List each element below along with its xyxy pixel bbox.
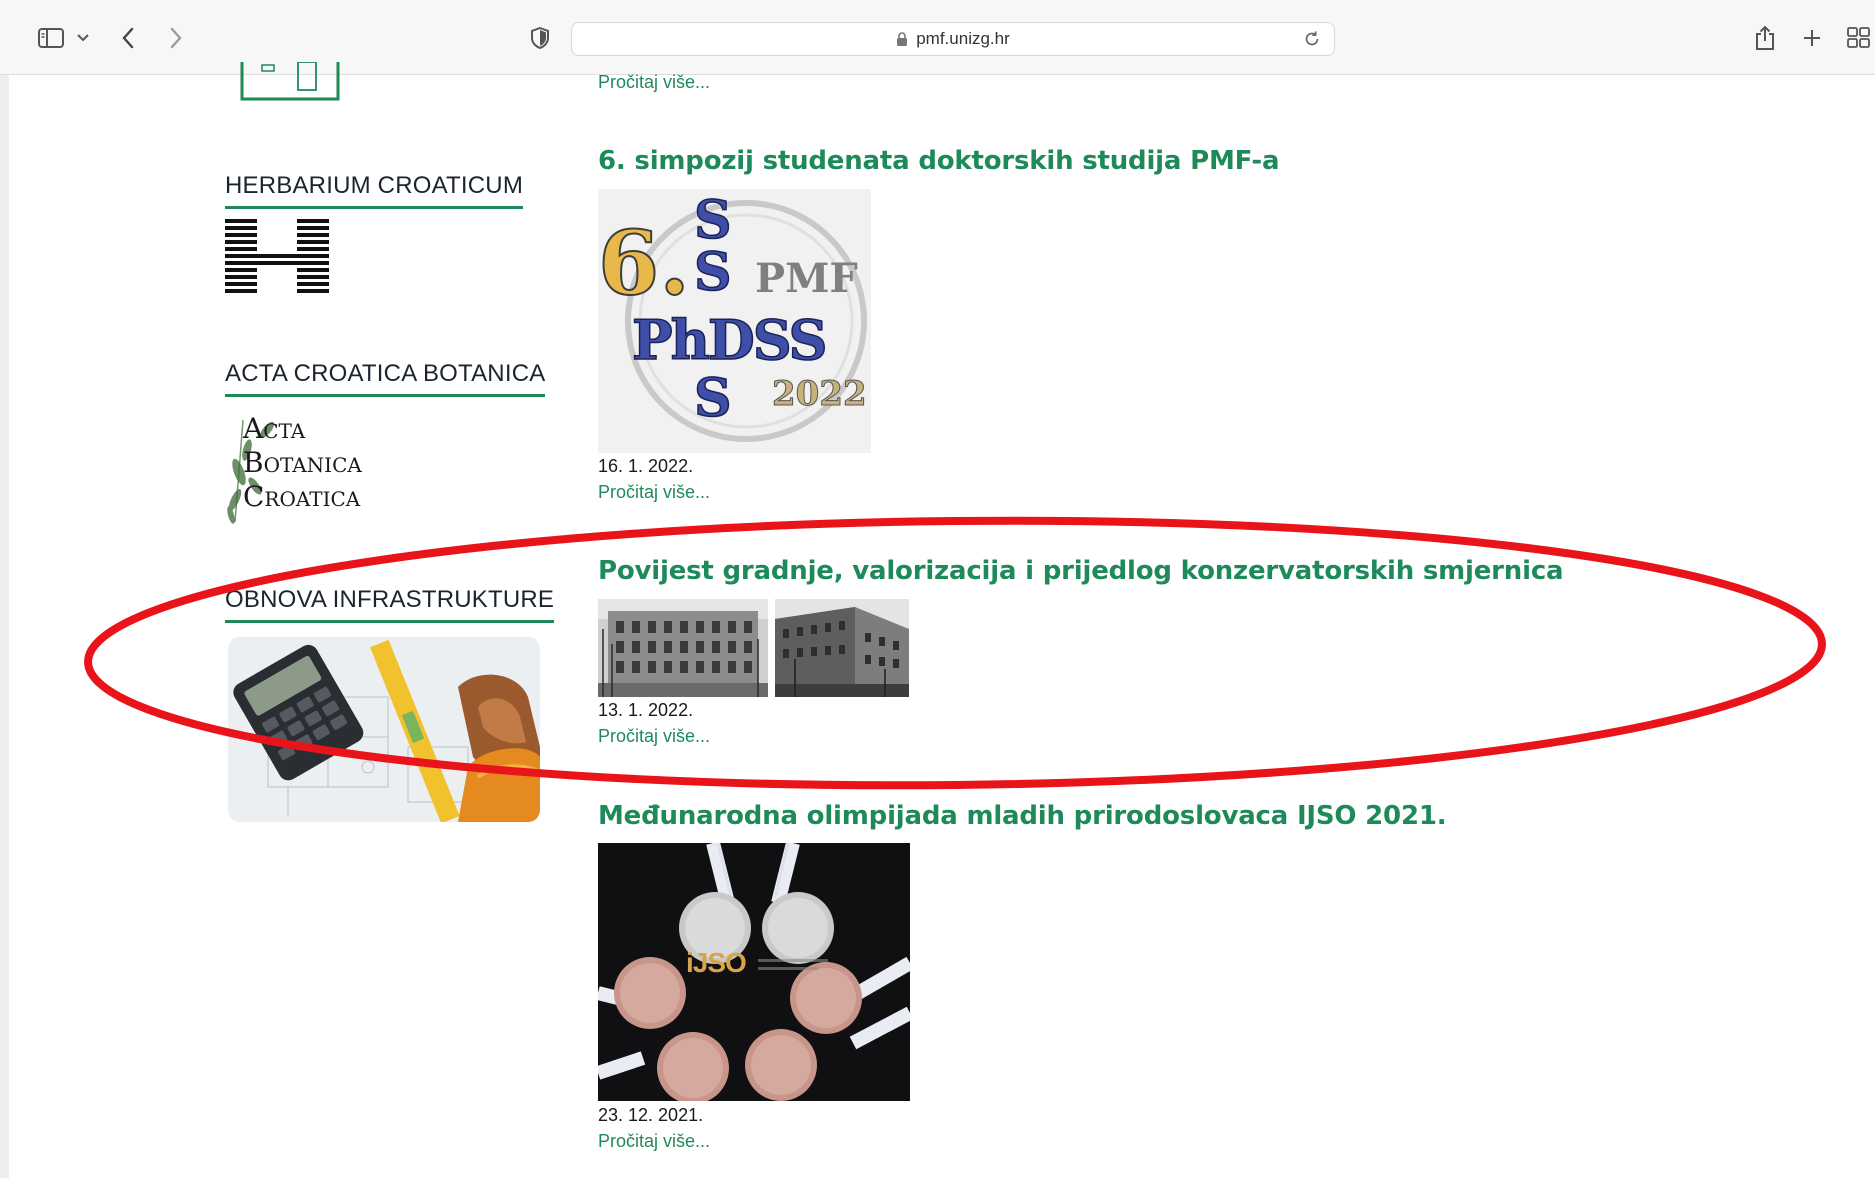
url-text: pmf.unizg.hr — [916, 29, 1010, 48]
acta-logo-line-3: Croatica — [243, 480, 361, 513]
obnova-infrastrukture-title[interactable]: OBNOVA INFRASTRUKTURE — [225, 586, 555, 623]
acta-croatica-botanica-title[interactable]: ACTA CROATICA BOTANICA — [225, 360, 546, 397]
building-logo[interactable] — [240, 61, 340, 102]
chevron-down-icon[interactable] — [74, 20, 92, 56]
ijso-medals-image[interactable]: iJSO — [598, 843, 910, 1101]
shield-icon[interactable] — [528, 20, 552, 56]
historic-building-photo-1[interactable] — [598, 599, 768, 697]
sidebar-icon[interactable] — [34, 20, 68, 56]
ijso-logo-text: iJSO — [686, 947, 747, 978]
plus-icon[interactable] — [1800, 20, 1824, 56]
symposium-year: 2022 — [772, 374, 868, 414]
acta-logo-line-2: Botanica — [243, 446, 362, 479]
forward-icon[interactable] — [164, 20, 188, 56]
symposium-image[interactable]: 6. S S PMF PhDSS S 2022 — [598, 189, 871, 453]
read-more-link[interactable]: Pročitaj više... — [598, 726, 710, 747]
article-date: 16. 1. 2022. — [598, 456, 694, 476]
symposium-s-2: S — [693, 242, 732, 303]
acta-botanica-logo[interactable]: Acta Botanica Croatica — [225, 410, 395, 525]
symposium-s-1: S — [693, 190, 732, 251]
symposium-phdss: PhDSS — [631, 308, 828, 372]
back-icon[interactable] — [116, 20, 140, 56]
infrastructure-image[interactable] — [228, 637, 540, 822]
address-bar[interactable]: pmf.unizg.hr — [571, 22, 1335, 56]
symposium-s-3: S — [693, 368, 732, 429]
read-more-link[interactable]: Pročitaj više... — [598, 482, 710, 503]
article-date: 23. 12. 2021. — [598, 1105, 704, 1125]
article-title[interactable]: 6. simpozij studenata doktorskih studija… — [598, 146, 1280, 176]
article-date: 13. 1. 2022. — [598, 700, 694, 720]
symposium-six: 6. — [598, 211, 691, 315]
article-title[interactable]: Povijest gradnje, valorizacija i prijedl… — [598, 556, 1564, 586]
article-title[interactable]: Međunarodna olimpijada mladih prirodoslo… — [598, 801, 1447, 831]
symposium-pmf: PMF — [755, 255, 858, 302]
historic-building-photo-2[interactable] — [775, 599, 909, 697]
herbarium-logo[interactable] — [225, 219, 329, 297]
tabs-grid-icon[interactable] — [1846, 20, 1872, 56]
share-icon[interactable] — [1752, 20, 1778, 56]
herbarium-croaticum-title[interactable]: HERBARIUM CROATICUM — [225, 172, 524, 209]
read-more-link[interactable]: Pročitaj više... — [598, 1131, 710, 1152]
read-more-link[interactable]: Pročitaj više... — [598, 72, 710, 93]
window-edge — [0, 75, 9, 1178]
acta-logo-line-1: Acta — [243, 412, 306, 445]
lock-icon — [896, 31, 908, 47]
reload-icon[interactable] — [1302, 29, 1322, 49]
